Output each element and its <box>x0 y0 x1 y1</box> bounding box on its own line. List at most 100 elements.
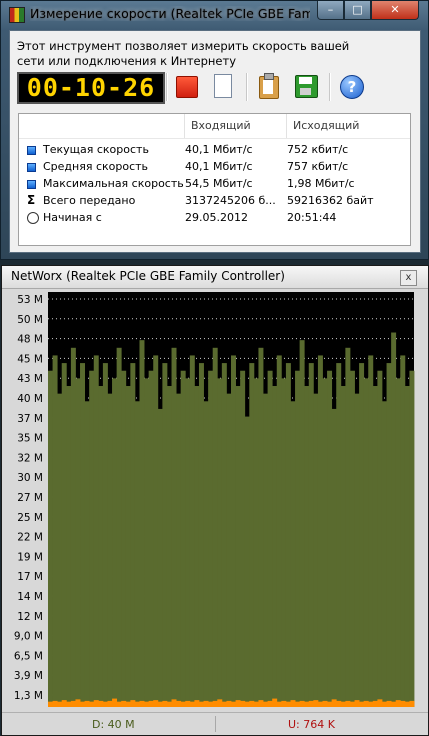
upload-bar <box>107 700 113 707</box>
traffic-chart-svg: 53 M 50 M 48 M 45 M 43 M 40 M 37 M 35 M 32 M 30 M… <box>14 292 415 707</box>
download-bar <box>281 378 287 707</box>
download-bar <box>70 347 76 707</box>
download-bar <box>66 386 72 707</box>
y-tick-label: 40 M <box>17 393 43 405</box>
download-bar <box>299 340 305 707</box>
download-bar <box>240 370 246 707</box>
stop-button[interactable] <box>174 73 198 99</box>
download-bar <box>386 363 392 707</box>
upload-bar <box>322 700 328 707</box>
download-bar <box>258 347 264 707</box>
download-bar <box>125 386 131 707</box>
table-row: Средняя скорость 40,1 Мбит/с 757 кбит/с <box>19 159 410 176</box>
window-title: Измерение скорости (Realtek PCIe GBE Fam… <box>30 6 310 21</box>
download-bar <box>112 378 118 707</box>
minimize-button[interactable]: – <box>317 1 344 20</box>
download-bar <box>400 355 406 707</box>
column-header-label[interactable] <box>19 114 185 138</box>
toolbar-separator <box>329 73 331 101</box>
new-document-icon <box>214 74 232 98</box>
title-bar[interactable]: NetWorx (Realtek PCIe GBE Family Control… <box>2 266 428 289</box>
download-bar <box>144 378 150 707</box>
y-tick-label: 45 M <box>17 353 43 365</box>
upload-bar <box>304 701 310 707</box>
upload-bar <box>404 701 410 707</box>
upload-bar <box>386 700 392 707</box>
upload-bar <box>349 701 355 707</box>
column-header-incoming[interactable]: Входящий <box>185 114 287 138</box>
download-bar <box>235 386 241 707</box>
upload-bar <box>391 701 397 707</box>
upload-bar <box>134 701 140 707</box>
sigma-icon: Σ <box>27 193 36 207</box>
upload-bar <box>267 700 273 707</box>
upload-bar <box>340 701 346 707</box>
elapsed-timer: 00-10-26 <box>17 72 165 104</box>
blue-square-icon <box>27 146 36 155</box>
download-bar <box>381 401 387 707</box>
upload-bar <box>317 701 323 707</box>
upload-bar <box>226 700 232 707</box>
download-bar <box>377 370 383 707</box>
clock-icon <box>27 212 39 224</box>
upload-bar <box>52 700 58 707</box>
upload-bar <box>148 700 154 707</box>
upload-bar <box>84 700 90 707</box>
upload-bar <box>75 699 81 707</box>
column-header-outgoing[interactable]: Исходящий <box>287 114 410 138</box>
download-bar <box>116 347 122 707</box>
download-bar <box>327 370 333 707</box>
y-tick-label: 37 M <box>17 413 43 425</box>
download-bar <box>75 378 81 707</box>
upload-bar <box>400 700 406 707</box>
download-bar <box>368 355 374 707</box>
download-bar <box>391 332 397 707</box>
download-bar <box>52 355 58 707</box>
client-area: Этот инструмент позволяет измерить скоро… <box>9 30 421 253</box>
upload-bar <box>272 698 278 707</box>
download-bar <box>244 416 250 707</box>
upload-bar <box>80 701 86 707</box>
download-bar <box>148 370 154 707</box>
download-bar <box>317 355 323 707</box>
y-tick-label: 32 M <box>17 452 43 464</box>
maximize-button[interactable]: □ <box>344 1 371 20</box>
upload-bar <box>125 701 131 707</box>
close-button[interactable]: x <box>400 270 417 286</box>
download-bar <box>276 355 282 707</box>
table-row: Максимальная скорость 54,5 Мбит/с 1,98 М… <box>19 176 410 193</box>
y-tick-label: 50 M <box>17 314 43 326</box>
upload-bar <box>57 701 63 707</box>
upload-bar <box>345 700 351 707</box>
reset-button[interactable] <box>210 73 234 99</box>
table-row: Текущая скорость 40,1 Мбит/с 752 кбит/с <box>19 142 410 159</box>
toolbar-separator <box>246 73 248 101</box>
upload-bar <box>157 701 163 707</box>
close-button[interactable]: ✕ <box>371 1 419 20</box>
upload-bar <box>263 701 268 707</box>
download-bar <box>226 393 232 707</box>
y-tick-label: 14 M <box>17 591 43 603</box>
upload-bar <box>70 700 76 707</box>
download-bar <box>212 347 218 707</box>
upload-bar <box>377 699 383 707</box>
download-bar <box>203 401 209 707</box>
upload-bar <box>327 701 333 707</box>
y-tick-label: 19 M <box>17 551 43 563</box>
download-bar <box>189 355 195 707</box>
app-icon <box>9 7 25 23</box>
blue-square-icon <box>27 163 36 172</box>
y-tick-label: 1,3 M <box>14 690 43 702</box>
upload-bar <box>153 700 159 707</box>
copy-button[interactable] <box>256 73 280 99</box>
download-bar <box>48 370 53 707</box>
upload-bar <box>116 701 122 707</box>
table-row: Начиная с 29.05.2012 20:51:44 <box>19 210 410 227</box>
save-button[interactable] <box>293 73 318 99</box>
help-button[interactable]: ? <box>339 73 364 99</box>
download-bar <box>272 386 278 707</box>
download-bar <box>409 370 415 707</box>
upload-bar <box>89 701 95 707</box>
download-bar <box>304 386 310 707</box>
upload-bar <box>308 700 314 707</box>
